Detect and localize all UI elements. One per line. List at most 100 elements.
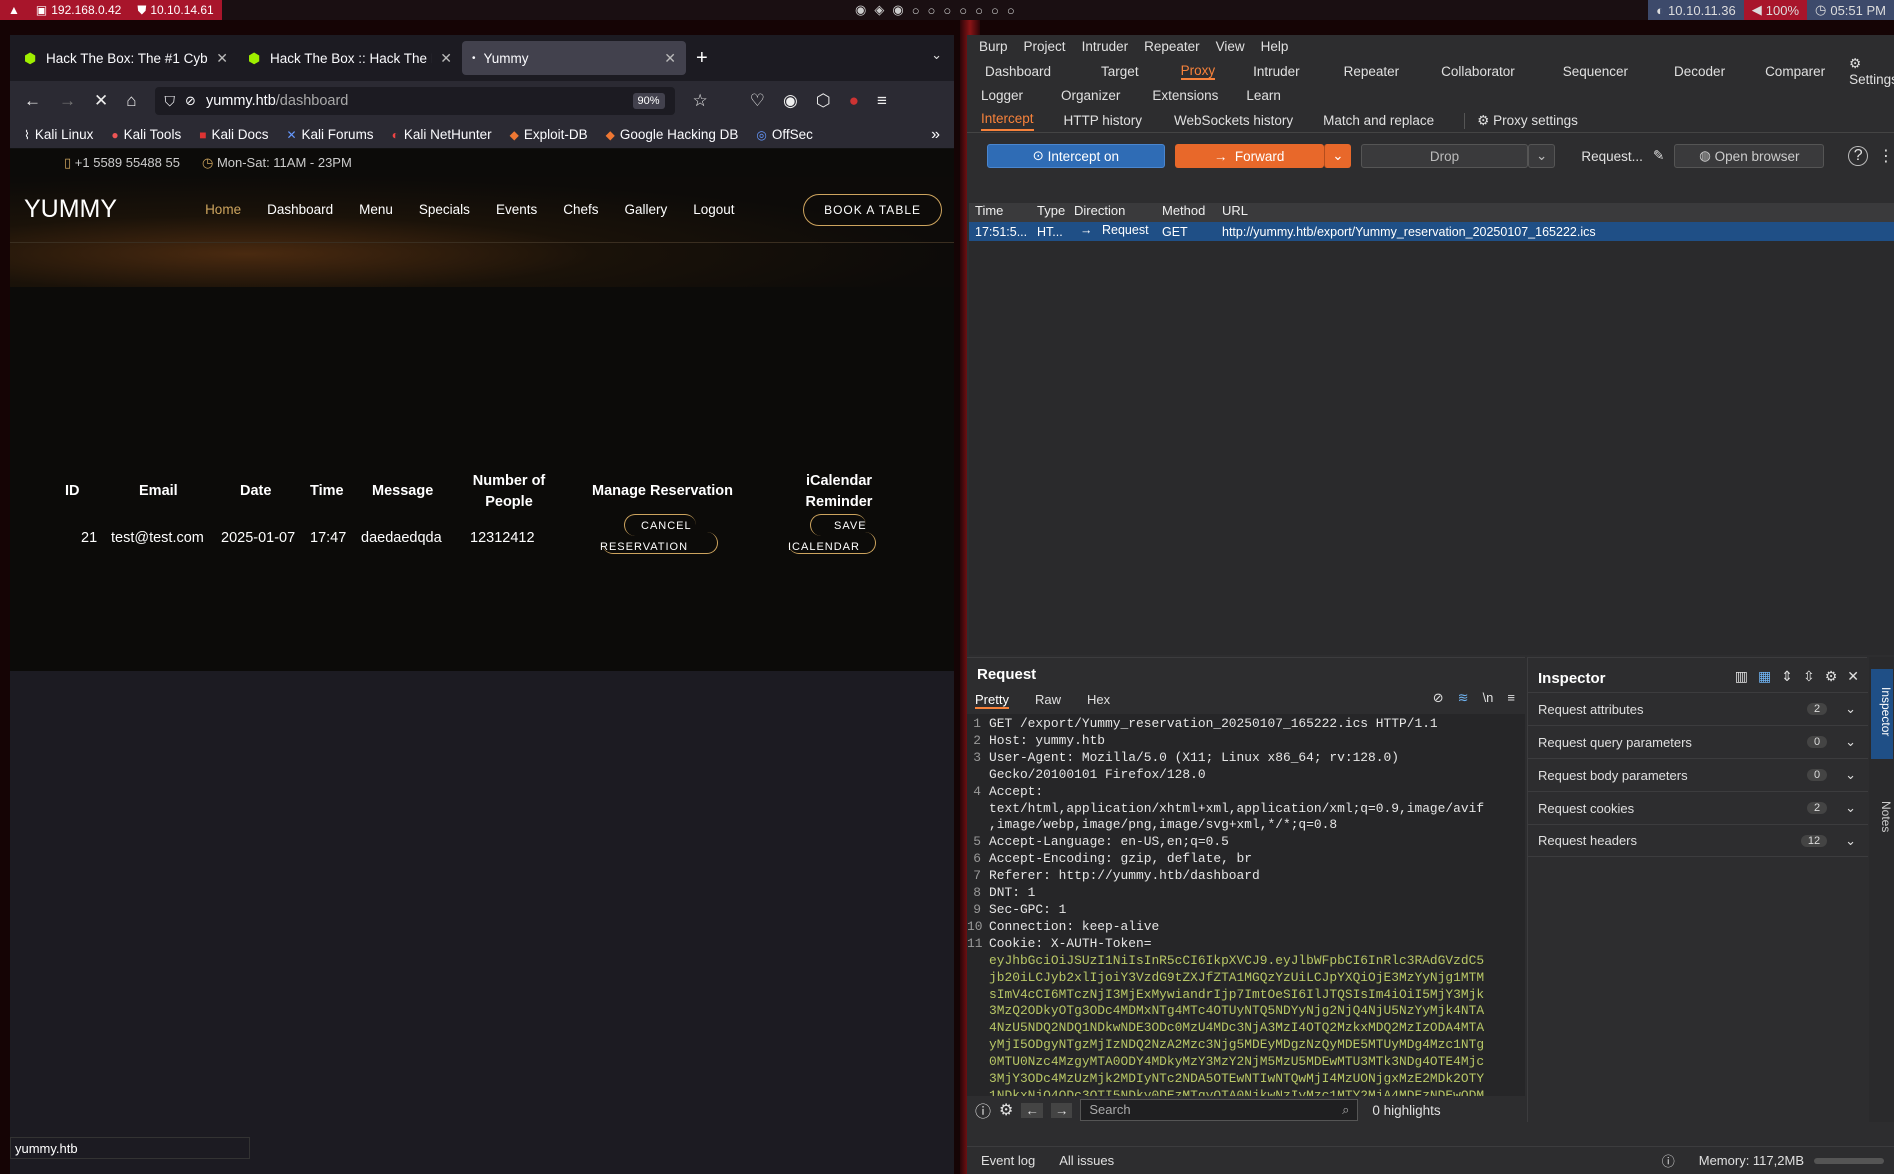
pencil-icon[interactable]: ✎	[1653, 148, 1664, 164]
intercepted-request-row[interactable]: 17:51:5... HT... → Request GET http://yu…	[969, 222, 1894, 241]
bookmark-item[interactable]: ◎ OffSec	[756, 127, 813, 142]
menu-hamburger-icon[interactable]: ≡	[877, 91, 887, 111]
workspace-icon[interactable]: ○	[912, 3, 920, 18]
tab-dashboard[interactable]: Dashboard	[985, 64, 1051, 79]
tab-learn[interactable]: Learn	[1246, 88, 1281, 103]
tab-intruder[interactable]: Intruder	[1253, 64, 1300, 79]
tab-pretty[interactable]: Pretty	[975, 692, 1009, 709]
forward-icon[interactable]: →	[59, 91, 76, 111]
layout-right-icon[interactable]: ▦	[1758, 668, 1771, 685]
extensions-icon[interactable]: ⬡	[816, 91, 831, 111]
bookmark-item[interactable]: ● Kali Tools	[111, 127, 181, 142]
tab-comparer[interactable]: Comparer	[1765, 64, 1825, 79]
url-bar[interactable]: ⛉ ⊘ yummy.htb/dashboard 90%	[154, 87, 675, 115]
bookmark-star-icon[interactable]: ☆	[693, 91, 708, 111]
nav-home[interactable]: Home	[205, 202, 241, 217]
tab-raw[interactable]: Raw	[1035, 692, 1061, 709]
tab-settings[interactable]: ⚙ Settings	[1849, 56, 1894, 87]
browser-tab[interactable]: ⬢ Hack The Box :: Hack The B ✕	[238, 41, 462, 75]
workspace-icon[interactable]: ◉	[855, 2, 866, 18]
nav-specials[interactable]: Specials	[419, 202, 470, 217]
col-type[interactable]: Type	[1031, 203, 1068, 222]
menu-project[interactable]: Project	[1024, 39, 1066, 54]
col-direction[interactable]: Direction	[1068, 203, 1156, 222]
workspace-icon[interactable]: ○	[928, 3, 936, 18]
menu-icon[interactable]: ≡	[1507, 690, 1515, 706]
nav-gallery[interactable]: Gallery	[625, 202, 668, 217]
intercept-toggle-button[interactable]: ⊙ Intercept on	[987, 144, 1165, 168]
collapse-all-icon[interactable]: ⇳	[1803, 668, 1815, 685]
new-tab-icon[interactable]: +	[696, 47, 708, 70]
menu-intruder[interactable]: Intruder	[1082, 39, 1129, 54]
tab-http-history[interactable]: HTTP history	[1064, 113, 1143, 128]
tab-websockets-history[interactable]: WebSockets history	[1174, 113, 1293, 128]
menu-help[interactable]: Help	[1261, 39, 1289, 54]
bookmark-item[interactable]: ■ Kali Docs	[199, 127, 268, 142]
book-a-table-button[interactable]: BOOK A TABLE	[803, 193, 942, 226]
hide-icon[interactable]: ⊘	[1433, 690, 1444, 706]
menu-burp[interactable]: Burp	[979, 39, 1008, 54]
request-editor[interactable]: 1 GET /export/Yummy_reservation_20250107_…	[967, 714, 1525, 1096]
workspace-icon[interactable]: ○	[991, 3, 999, 18]
tab-decoder[interactable]: Decoder	[1674, 64, 1725, 79]
cancel-reservation-button-line2[interactable]: RESERVATION	[600, 541, 688, 553]
nav-logout[interactable]: Logout	[693, 202, 734, 217]
chevron-down-icon[interactable]: ⌄	[931, 47, 942, 63]
workspace-icon[interactable]: ○	[1007, 3, 1015, 18]
tab-repeater[interactable]: Repeater	[1344, 64, 1400, 79]
nav-dashboard[interactable]: Dashboard	[267, 202, 333, 217]
zoom-level-badge[interactable]: 90%	[632, 93, 665, 109]
menu-view[interactable]: View	[1216, 39, 1245, 54]
help-icon[interactable]: ⓘ	[975, 1098, 991, 1122]
help-icon[interactable]: ?	[1848, 146, 1868, 166]
bookmark-item[interactable]: ✕ Kali Forums	[286, 127, 373, 142]
stop-icon[interactable]: ✕	[94, 91, 108, 111]
all-issues-link[interactable]: All issues	[1059, 1153, 1114, 1168]
save-icalendar-button[interactable]: SAVE	[834, 520, 867, 532]
expand-all-icon[interactable]: ⇕	[1781, 668, 1793, 685]
tab-logger[interactable]: Logger	[981, 88, 1023, 103]
open-browser-button[interactable]: ◍ Open browser	[1674, 144, 1825, 168]
nav-chefs[interactable]: Chefs	[563, 202, 598, 217]
save-icalendar-button-line2[interactable]: ICALENDAR	[788, 541, 860, 553]
browser-tab-active[interactable]: • Yummy ✕	[462, 41, 686, 75]
newline-toggle[interactable]: \n	[1483, 690, 1494, 706]
wrap-icon[interactable]: ≋	[1458, 690, 1469, 706]
bookmark-item[interactable]: ◆ Exploit-DB	[510, 127, 588, 142]
site-logo[interactable]: YUMMY	[24, 195, 117, 224]
cancel-reservation-button[interactable]: CANCEL	[641, 520, 692, 532]
close-tab-icon[interactable]: ✕	[440, 50, 452, 67]
page-info-icon[interactable]: ⊘	[185, 93, 196, 109]
shield-icon[interactable]: ⛉	[165, 93, 176, 110]
tab-intercept[interactable]: Intercept	[981, 111, 1034, 131]
volume-indicator[interactable]: ◀ 100%	[1743, 0, 1807, 20]
tab-hex[interactable]: Hex	[1087, 692, 1110, 709]
kali-menu-button[interactable]: ▲	[0, 0, 28, 20]
forward-button[interactable]: → Forward	[1174, 144, 1324, 168]
workspace-icon[interactable]: ◈	[874, 2, 884, 18]
inspector-cookies[interactable]: Request cookies 2 ⌄	[1528, 791, 1868, 824]
drop-button[interactable]: Drop	[1361, 144, 1528, 168]
tab-match-replace[interactable]: Match and replace	[1323, 113, 1434, 128]
tab-proxy[interactable]: Proxy	[1180, 63, 1216, 80]
col-time[interactable]: Time	[969, 203, 1031, 222]
drop-options-dropdown[interactable]: ⌄	[1527, 144, 1556, 168]
previous-match-icon[interactable]: ←	[1021, 1102, 1043, 1118]
gear-icon[interactable]: ⚙	[999, 1100, 1013, 1120]
browser-tab[interactable]: ⬢ Hack The Box: The #1 Cybe ✕	[14, 41, 238, 75]
more-options-icon[interactable]: ⋮	[1878, 146, 1894, 166]
close-icon[interactable]: ✕	[1847, 668, 1859, 685]
tab-extensions[interactable]: Extensions	[1152, 88, 1218, 103]
workspace-icon[interactable]: ◉	[892, 2, 903, 18]
workspace-icon[interactable]: ○	[943, 3, 951, 18]
nav-events[interactable]: Events	[496, 202, 537, 217]
search-input[interactable]: Search ⌕	[1080, 1099, 1359, 1121]
home-icon[interactable]: ⌂	[126, 91, 136, 111]
bookmark-item[interactable]: ◆ Google Hacking DB	[606, 127, 739, 142]
side-tab-inspector[interactable]: Inspector	[1871, 669, 1893, 759]
pocket-icon[interactable]: ♡	[750, 91, 765, 111]
inspector-body-params[interactable]: Request body parameters 0 ⌄	[1528, 758, 1868, 791]
gear-icon[interactable]: ⚙	[1825, 668, 1838, 685]
tab-target[interactable]: Target	[1101, 64, 1139, 79]
tab-proxy-settings[interactable]: ⚙ Proxy settings	[1464, 112, 1578, 129]
